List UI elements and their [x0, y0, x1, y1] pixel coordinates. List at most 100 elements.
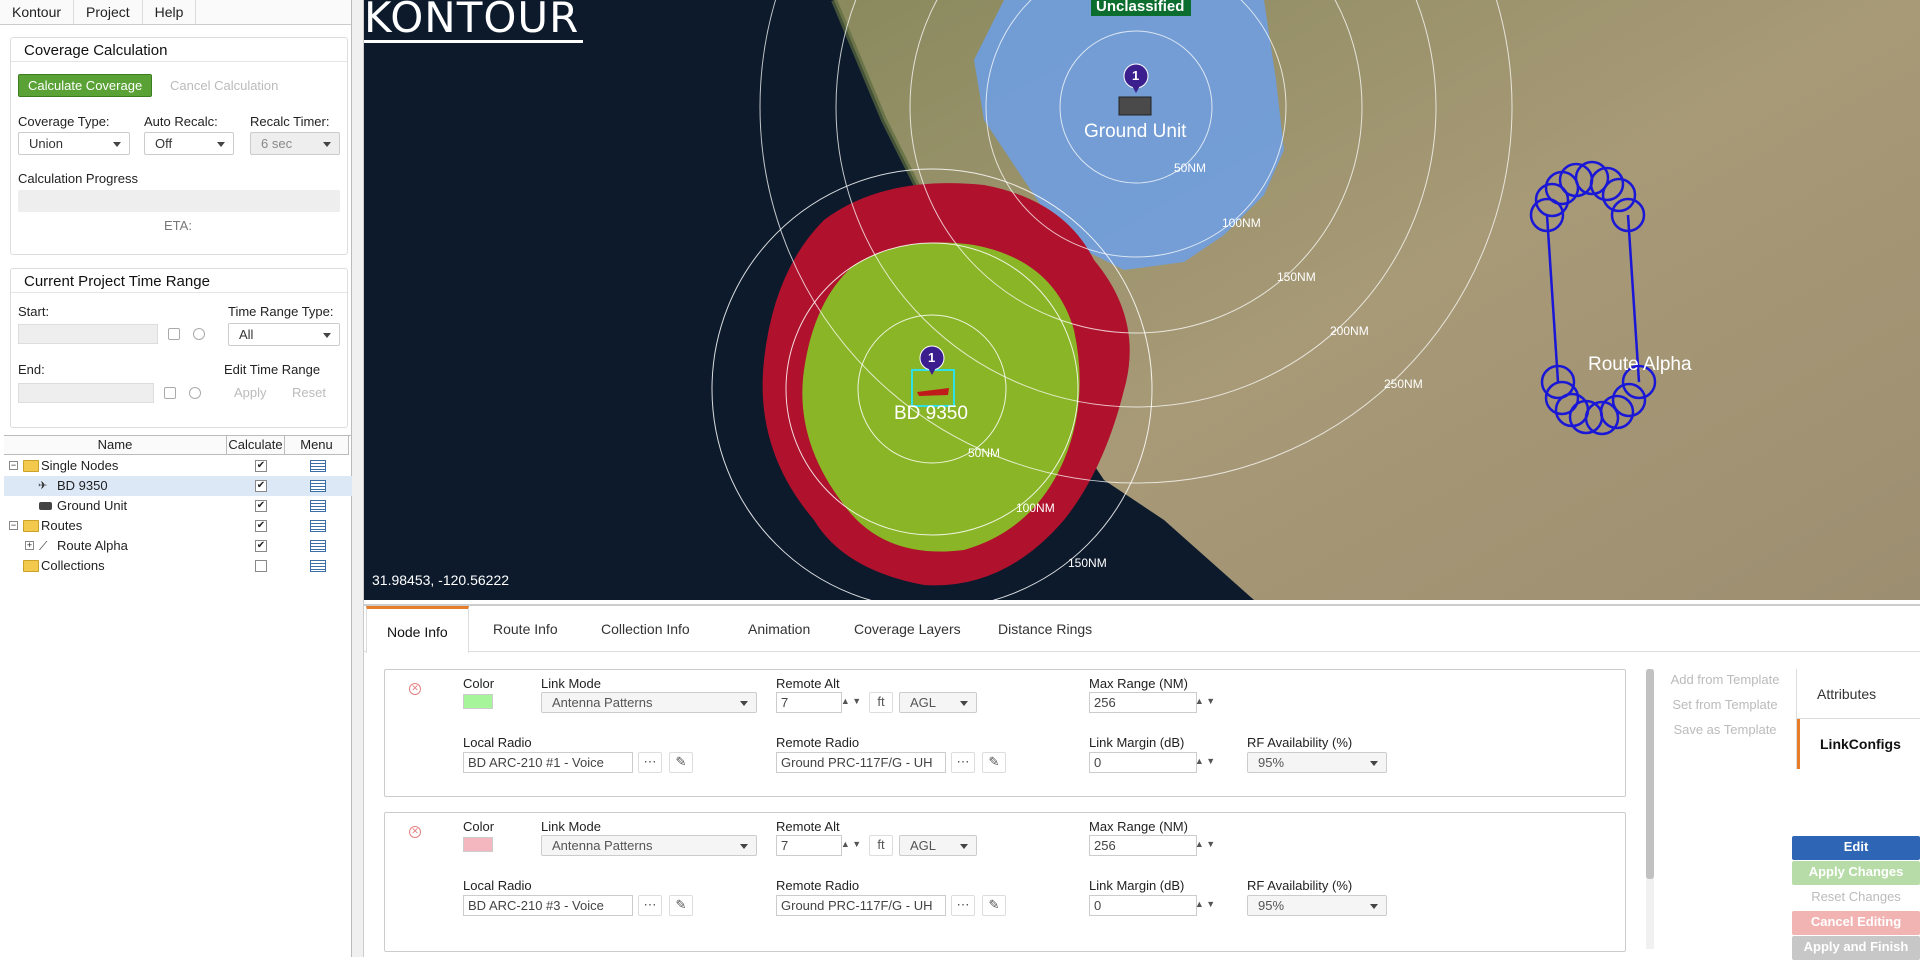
side-tab-attributes[interactable]: Attributes — [1797, 669, 1920, 719]
row-menu-icon[interactable] — [310, 500, 326, 512]
edit-icon[interactable]: ✎ — [982, 752, 1006, 773]
clock-icon[interactable] — [193, 328, 205, 340]
time-range-type-select[interactable]: All — [228, 323, 340, 346]
calculate-checkbox[interactable]: ✔ — [255, 480, 267, 492]
more-icon[interactable]: ⋯ — [951, 752, 975, 773]
cancel-calculation-button[interactable]: Cancel Calculation — [170, 78, 278, 93]
tab-node-info[interactable]: Node Info — [366, 606, 469, 653]
row-menu-icon[interactable] — [310, 480, 326, 492]
reset-changes-button[interactable]: Reset Changes — [1792, 886, 1920, 910]
menu-project[interactable]: Project — [74, 0, 143, 24]
more-icon[interactable]: ⋯ — [638, 752, 662, 773]
row-menu-icon[interactable] — [310, 520, 326, 532]
tree-row-routes[interactable]: − Routes ✔ — [4, 516, 352, 536]
link-margin-stepper[interactable]: ▲ ▼ — [1193, 752, 1217, 773]
save-as-template-button[interactable]: Save as Template — [1662, 722, 1788, 737]
max-range-input[interactable]: 256 — [1089, 835, 1197, 856]
tree-row-collections[interactable]: Collections — [4, 556, 352, 576]
tree-row-single-nodes[interactable]: − Single Nodes ✔ — [4, 456, 352, 476]
link-mode-select[interactable]: Antenna Patterns — [541, 692, 757, 713]
tab-route-info[interactable]: Route Info — [473, 606, 578, 652]
more-icon[interactable]: ⋯ — [951, 895, 975, 916]
coverage-type-select[interactable]: Union — [18, 132, 130, 155]
link-mode-select[interactable]: Antenna Patterns — [541, 835, 757, 856]
tab-collection-info[interactable]: Collection Info — [581, 606, 710, 652]
calculate-checkbox[interactable] — [255, 560, 267, 572]
reset-time-button[interactable]: Reset — [292, 385, 326, 400]
link-margin-stepper[interactable]: ▲ ▼ — [1193, 895, 1217, 916]
menu-kontour[interactable]: Kontour — [0, 0, 75, 24]
recalc-timer-select[interactable]: 6 sec — [250, 132, 340, 155]
tree-header-menu[interactable]: Menu — [285, 436, 349, 455]
max-range-stepper[interactable]: ▲ ▼ — [1193, 692, 1217, 713]
link-margin-label: Link Margin (dB) — [1089, 878, 1185, 893]
apply-time-button[interactable]: Apply — [234, 385, 267, 400]
add-from-template-button[interactable]: Add from Template — [1662, 672, 1788, 687]
cards-scrollbar[interactable] — [1646, 669, 1654, 949]
rf-availability-select[interactable]: 95% — [1247, 752, 1387, 773]
tree-header-calculate[interactable]: Calculate — [227, 436, 285, 455]
color-swatch[interactable] — [463, 837, 493, 852]
row-menu-icon[interactable] — [310, 560, 326, 572]
start-input[interactable] — [18, 324, 158, 344]
tab-animation[interactable]: Animation — [728, 606, 830, 652]
local-radio-input[interactable]: BD ARC-210 #1 - Voice — [463, 752, 633, 773]
chevron-down-icon — [960, 844, 968, 849]
side-tab-linkconfigs[interactable]: LinkConfigs — [1797, 719, 1920, 769]
alt-ref-select[interactable]: AGL — [899, 692, 977, 713]
remote-alt-input[interactable]: 7 — [776, 835, 842, 856]
tree-header-name[interactable]: Name — [4, 436, 227, 455]
more-icon[interactable]: ⋯ — [638, 895, 662, 916]
calculate-checkbox[interactable]: ✔ — [255, 540, 267, 552]
map-view[interactable]: KONTOUR Unclassified 1 1 Ground Unit BD … — [364, 0, 1920, 600]
rf-availability-select[interactable]: 95% — [1247, 895, 1387, 916]
remote-alt-stepper[interactable]: ▲ ▼ — [839, 692, 863, 713]
edit-icon[interactable]: ✎ — [982, 895, 1006, 916]
apply-changes-button[interactable]: Apply Changes — [1792, 861, 1920, 885]
set-from-template-button[interactable]: Set from Template — [1662, 697, 1788, 712]
end-input[interactable] — [18, 383, 154, 403]
calendar-icon[interactable] — [168, 328, 180, 340]
edit-button[interactable]: Edit — [1792, 836, 1920, 860]
tree-row-ground-unit[interactable]: Ground Unit ✔ — [4, 496, 352, 516]
link-margin-input[interactable]: 0 — [1089, 895, 1197, 916]
max-range-stepper[interactable]: ▲ ▼ — [1193, 835, 1217, 856]
tree-row-bd-9350[interactable]: ✈ BD 9350 ✔ — [4, 476, 352, 496]
local-radio-input[interactable]: BD ARC-210 #3 - Voice — [463, 895, 633, 916]
menu-help[interactable]: Help — [143, 0, 197, 24]
collapse-icon[interactable]: − — [9, 521, 18, 530]
tree-row-route-alpha[interactable]: + ⟋ Route Alpha ✔ — [4, 536, 352, 556]
tab-coverage-layers[interactable]: Coverage Layers — [834, 606, 981, 652]
scrollbar-thumb[interactable] — [1646, 669, 1654, 879]
panel-splitter[interactable] — [352, 0, 364, 957]
calculate-checkbox[interactable]: ✔ — [255, 460, 267, 472]
remote-radio-input[interactable]: Ground PRC-117F/G - UH — [776, 895, 946, 916]
link-margin-input[interactable]: 0 — [1089, 752, 1197, 773]
clock-icon[interactable] — [189, 387, 201, 399]
remote-alt-input[interactable]: 7 — [776, 692, 842, 713]
remote-radio-input[interactable]: Ground PRC-117F/G - UH — [776, 752, 946, 773]
calculate-checkbox[interactable]: ✔ — [255, 500, 267, 512]
max-range-input[interactable]: 256 — [1089, 692, 1197, 713]
calendar-icon[interactable] — [164, 387, 176, 399]
row-menu-icon[interactable] — [310, 460, 326, 472]
color-swatch[interactable] — [463, 694, 493, 709]
calculate-checkbox[interactable]: ✔ — [255, 520, 267, 532]
row-menu-icon[interactable] — [310, 540, 326, 552]
rf-availability-label: RF Availability (%) — [1247, 878, 1353, 893]
remove-link-icon[interactable]: ✕ — [409, 683, 421, 695]
remote-alt-stepper[interactable]: ▲ ▼ — [839, 835, 863, 856]
tab-distance-rings[interactable]: Distance Rings — [978, 606, 1112, 652]
calculate-coverage-button[interactable]: Calculate Coverage — [18, 74, 153, 97]
start-label: Start: — [18, 304, 50, 319]
collapse-icon[interactable]: − — [9, 461, 18, 470]
edit-icon[interactable]: ✎ — [669, 752, 693, 773]
alt-ref-select[interactable]: AGL — [899, 835, 977, 856]
edit-icon[interactable]: ✎ — [669, 895, 693, 916]
apply-and-finish-button[interactable]: Apply and Finish — [1792, 936, 1920, 960]
left-panel: Kontour Project Help Coverage Calculatio… — [0, 0, 352, 957]
remove-link-icon[interactable]: ✕ — [409, 826, 421, 838]
expand-icon[interactable]: + — [25, 541, 34, 550]
auto-recalc-select[interactable]: Off — [144, 132, 234, 155]
cancel-editing-button[interactable]: Cancel Editing — [1792, 911, 1920, 935]
